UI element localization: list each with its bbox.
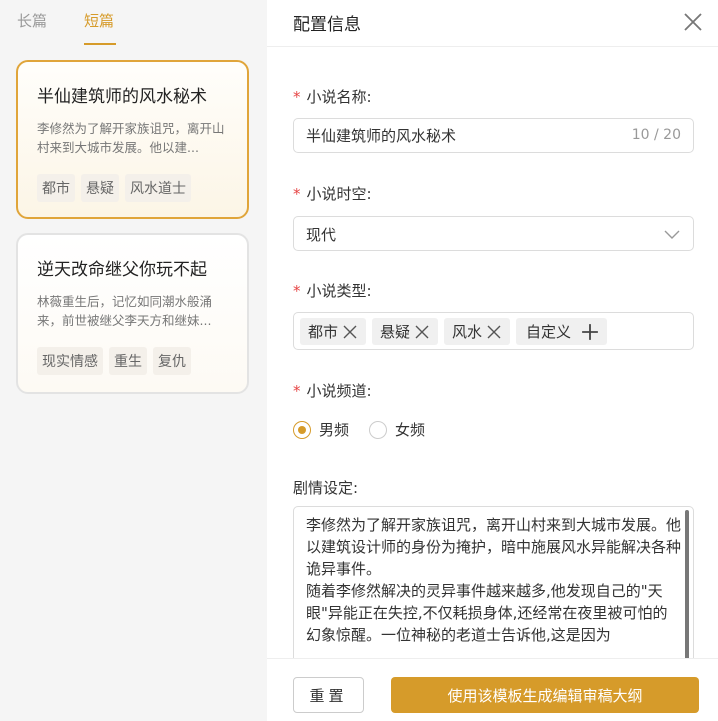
template-card[interactable]: 半仙建筑师的风水秘术 李修然为了解开家族诅咒，离开山村来到大城市发展。他以建..… [16,60,249,219]
radio-female[interactable] [369,420,388,439]
name-input[interactable] [306,126,606,144]
template-sidebar: 长篇 短篇 半仙建筑师的风水秘术 李修然为了解开家族诅咒，离开山村来到大城市发展… [0,0,267,721]
card-tag: 重生 [109,347,147,375]
required-mark: * [293,282,301,300]
type-chip: 悬疑 [372,318,439,345]
tab-long[interactable]: 长篇 [17,10,47,31]
plot-textarea[interactable]: 李修然为了解开家族诅咒，离开山村来到大城市发展。他以建筑设计师的身份为掩护，暗中… [293,506,694,666]
card-tag: 悬疑 [81,174,119,202]
type-field: 都市 悬疑 风水 自定义 [293,312,694,350]
config-panel: 配置信息 *小说名称: 10 / 20 *小说时空: 现代 *小说类型: 都市 … [267,0,718,721]
reset-button[interactable]: 重置 [293,677,364,713]
type-chip: 都市 [300,318,367,345]
plot-label: 剧情设定: [293,479,359,497]
panel-footer: 重置 使用该模板生成编辑审稿大纲 [267,658,718,721]
card-tag: 现实情感 [37,347,103,375]
era-label: * 小说时空: [293,185,372,203]
name-field[interactable]: 10 / 20 [293,118,694,153]
tab-bar: 长篇 短篇 [0,0,267,46]
plot-text: 李修然为了解开家族诅咒，离开山村来到大城市发展。他以建筑设计师的身份为掩护，暗中… [306,516,682,644]
channel-label: * 小说频道: [293,382,372,400]
radio-male[interactable] [293,420,311,439]
char-counter: 10 / 20 [631,127,681,143]
name-label: * 小说名称: [293,88,372,106]
generate-outline-button[interactable]: 使用该模板生成编辑审稿大纲 [391,677,699,713]
textarea-scrollbar[interactable] [685,510,689,660]
card-tags: 现实情感 重生 复仇 [37,347,191,375]
card-title: 半仙建筑师的风水秘术 [37,87,207,107]
add-custom-type-button[interactable]: 自定义 [516,318,608,345]
required-mark: * [293,185,301,203]
remove-icon[interactable] [414,324,430,340]
plus-icon [582,323,598,340]
card-description: 林薇重生后，记忆如同潮水般涌来，前世被继父李天方和继妹... [37,294,213,328]
required-mark: * [293,88,301,106]
era-value: 现代 [306,226,337,244]
radio-label: 女频 [395,421,426,439]
tab-short[interactable]: 短篇 [84,10,114,31]
card-tag: 风水道士 [125,174,191,202]
card-title: 逆天改命继父你玩不起 [37,260,207,280]
remove-icon[interactable] [342,324,358,340]
close-icon[interactable] [681,10,705,34]
radio-label: 男频 [319,421,350,439]
required-mark: * [293,382,301,400]
active-tab-indicator [84,43,116,45]
type-label: * 小说类型: [293,282,372,300]
type-chip: 风水 [444,318,511,345]
remove-icon[interactable] [486,324,502,340]
chevron-down-icon [664,230,680,239]
card-tag: 复仇 [153,347,191,375]
era-select[interactable]: 现代 [293,216,694,251]
channel-radio-group: 男频 女频 [293,419,445,440]
template-card[interactable]: 逆天改命继父你玩不起 林薇重生后，记忆如同潮水般涌来，前世被继父李天方和继妹..… [16,233,249,394]
card-tags: 都市 悬疑 风水道士 [37,174,191,202]
panel-title: 配置信息 [293,15,361,35]
card-tag: 都市 [37,174,75,202]
panel-header: 配置信息 [267,0,718,47]
card-description: 李修然为了解开家族诅咒，离开山村来到大城市发展。他以建... [37,121,225,155]
